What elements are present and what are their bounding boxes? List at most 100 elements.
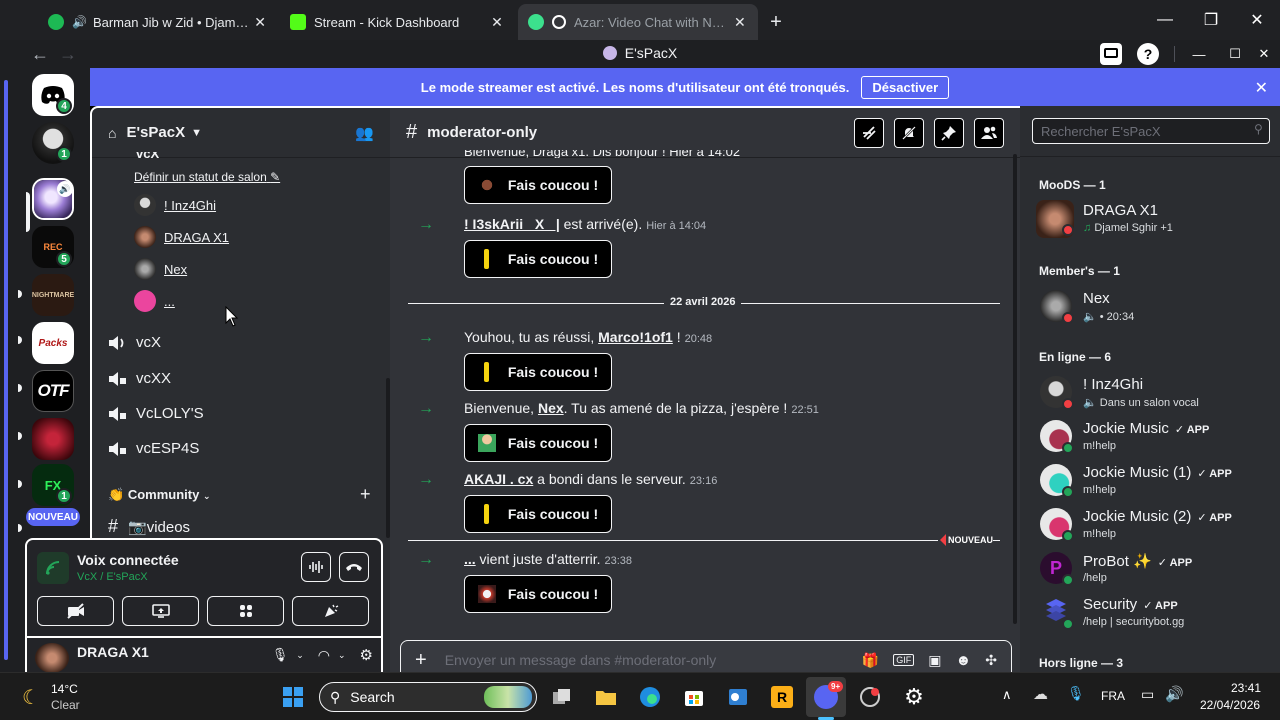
signal-icon[interactable]	[37, 552, 69, 584]
taskbar-search[interactable]: ⚲ Search	[319, 682, 537, 712]
emoji-icon[interactable]: ☻	[955, 652, 971, 669]
hash-icon: #	[108, 516, 119, 536]
voice-channel[interactable]: VcLOLY'S	[108, 405, 204, 422]
tab-close-icon[interactable]: ✕	[732, 14, 748, 31]
timestamp: 23:38	[604, 555, 633, 567]
chat-scrollbar[interactable]	[1013, 154, 1017, 624]
search-icon: ⚲	[330, 688, 341, 705]
text-channel[interactable]: # 📷videos	[108, 516, 190, 537]
voice-member[interactable]: ...	[134, 290, 175, 312]
network-icon[interactable]: ▭	[1141, 686, 1154, 703]
voice-channel[interactable]: vcESP4S	[108, 440, 199, 457]
threads-button[interactable]	[854, 117, 884, 148]
settings-gear-icon[interactable]: ⚙	[360, 646, 373, 664]
message-username[interactable]: ...	[464, 551, 476, 567]
voice-channel[interactable]: vcXX	[108, 370, 171, 387]
close-banner-icon[interactable]: ✕	[1255, 78, 1268, 98]
cloud-icon[interactable]: ☁	[1033, 685, 1048, 703]
upload-plus-icon[interactable]: +	[415, 649, 427, 672]
wave-button[interactable]: Fais coucou !	[464, 495, 612, 533]
chevron-up-icon[interactable]: ∧	[1002, 687, 1012, 703]
tab-kick[interactable]: Stream - Kick Dashboard ✕	[280, 4, 516, 40]
message-username[interactable]: Nex	[538, 400, 564, 416]
disconnect-button[interactable]	[339, 552, 369, 582]
message-username[interactable]: AKAJI . cx	[464, 471, 533, 487]
member-list-button[interactable]	[974, 117, 1004, 148]
wave-button[interactable]: Fais coucou !	[464, 424, 612, 462]
volume-icon[interactable]: 🔊	[1165, 685, 1184, 703]
gift-icon[interactable]: 🎁	[862, 652, 879, 669]
disable-streamer-mode-button[interactable]: Désactiver	[861, 75, 950, 99]
gif-icon[interactable]: GIF	[893, 654, 915, 666]
voice-member[interactable]: Nex	[134, 258, 187, 280]
wave-button[interactable]: Fais coucou !	[464, 353, 612, 391]
tab-music[interactable]: 🔊 Barman Jib w Zid • Djamel Sghi ✕	[38, 4, 278, 40]
wave-button[interactable]: Fais coucou !	[464, 166, 612, 204]
member-item[interactable]: Security ✓ APP /help | securitybot.gg	[1036, 596, 1266, 636]
member-item[interactable]: Nex 🔈 • 20:34	[1036, 290, 1266, 330]
member-item[interactable]: P ProBot ✨ ✓ APP /help	[1036, 552, 1266, 592]
category-community[interactable]: 👏 Community ⌄	[108, 487, 210, 503]
sticker-picker-icon[interactable]: ▣	[928, 652, 941, 669]
clock-date[interactable]: 22/04/2026	[1200, 698, 1260, 712]
task-view-icon[interactable]	[548, 683, 576, 711]
store-icon[interactable]	[680, 683, 708, 711]
server-otf[interactable]: OTF	[32, 370, 74, 412]
chevron-down-icon[interactable]: ⌄	[338, 650, 346, 661]
headphones-icon[interactable]: ◠	[318, 647, 330, 664]
wave-button[interactable]: Fais coucou !	[464, 575, 612, 613]
new-servers-pill[interactable]: NOUVEAU	[26, 508, 80, 526]
invite-icon[interactable]: 👥	[355, 124, 374, 142]
game-bar-icon[interactable]	[856, 683, 884, 711]
apps-icon[interactable]: ✣	[985, 652, 997, 669]
chevron-down-icon[interactable]: ⌄	[296, 650, 304, 661]
avatar[interactable]	[35, 643, 69, 673]
server-packs[interactable]: Packs	[32, 322, 74, 364]
noise-suppression-button[interactable]	[301, 552, 331, 582]
member-item[interactable]: Jockie Music ✓ APP m!help	[1036, 420, 1266, 460]
microphone-icon[interactable]: 🎙	[272, 647, 289, 663]
member-item[interactable]: Jockie Music (1) ✓ APP m!help	[1036, 464, 1266, 504]
tab-close-icon[interactable]: ✕	[252, 14, 268, 31]
language-indicator[interactable]: FRA	[1101, 689, 1125, 703]
voice-member[interactable]: DRAGA X1	[134, 226, 229, 248]
help-icon[interactable]: ?	[1137, 43, 1159, 65]
voice-member[interactable]: ! Inz4Ghi	[134, 194, 216, 216]
server-nightmare[interactable]: NIGHTMARE	[32, 274, 74, 316]
new-tab-button[interactable]: +	[760, 4, 792, 40]
inbox-icon[interactable]	[1100, 43, 1122, 65]
tab-close-icon[interactable]: ✕	[488, 14, 506, 31]
server-red[interactable]	[32, 418, 74, 460]
partial-channel[interactable]: vcX	[136, 152, 159, 162]
camera-off-button[interactable]	[37, 596, 114, 626]
member-item[interactable]: Jockie Music (2) ✓ APP m!help	[1036, 508, 1266, 548]
tab-azar[interactable]: Azar: Video Chat with New Pe ✕	[518, 4, 758, 40]
notifications-muted-button[interactable]	[894, 117, 924, 148]
member-item[interactable]: DRAGA X1 ♫ Djamel Sghir +1	[1036, 200, 1266, 242]
edge-icon[interactable]	[636, 683, 664, 711]
clock-time[interactable]: 23:41	[1231, 681, 1261, 695]
voice-channel[interactable]: vcX	[108, 334, 161, 351]
server-search-input[interactable]: Rechercher E'sPacX	[1032, 118, 1270, 144]
weather-temp[interactable]: 14°C	[51, 682, 78, 696]
activities-button[interactable]	[207, 596, 284, 626]
soundboard-button[interactable]	[292, 596, 369, 626]
wave-button[interactable]: Fais coucou !	[464, 240, 612, 278]
server-header[interactable]: ⌂ E'sPacX ▼ 👥	[92, 108, 390, 158]
microphone-icon[interactable]: 🎙	[1067, 685, 1085, 702]
file-explorer-icon[interactable]	[592, 683, 620, 711]
message-username[interactable]: Marco!1of1	[598, 329, 673, 345]
windows-start-icon[interactable]	[279, 683, 307, 711]
screen-share-button[interactable]	[122, 596, 199, 626]
join-arrow-icon: →	[418, 551, 434, 568]
settings-gear-icon[interactable]: ⚙	[900, 683, 928, 711]
message-username[interactable]: ! I3skArii _X_ |	[464, 216, 560, 232]
outlook-icon[interactable]	[724, 683, 752, 711]
rockstar-icon[interactable]: R	[768, 683, 796, 711]
pinned-messages-button[interactable]	[934, 117, 964, 148]
add-channel-icon[interactable]: +	[360, 484, 371, 505]
message-input[interactable]: Envoyer un message dans #moderator-only	[445, 652, 852, 668]
set-channel-status-link[interactable]: Définir un statut de salon ✎	[134, 170, 280, 184]
member-item[interactable]: ! Inz4Ghi 🔈 Dans un salon vocal	[1036, 376, 1266, 416]
voice-location[interactable]: VcX / E'sPacX	[77, 571, 148, 583]
